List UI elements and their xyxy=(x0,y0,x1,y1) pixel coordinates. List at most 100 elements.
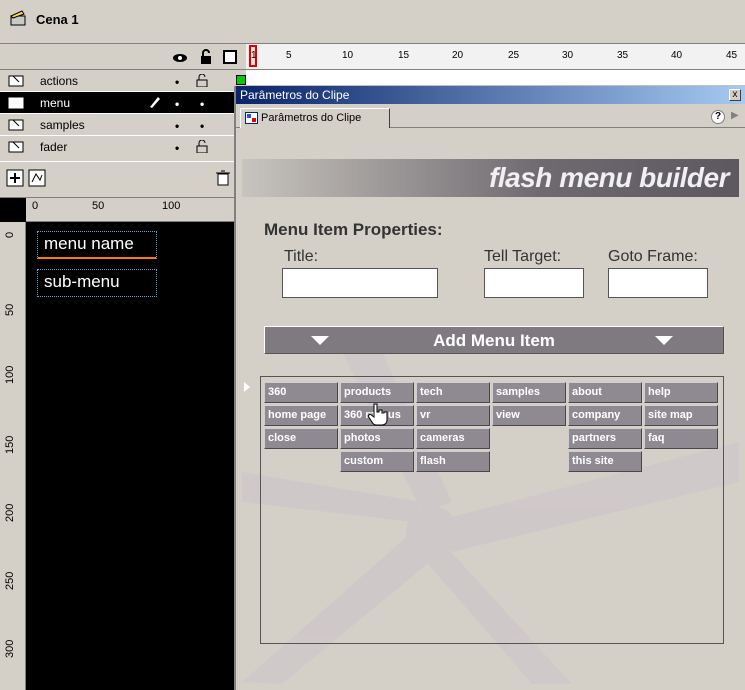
menu-cell[interactable]: samples xyxy=(492,382,566,403)
menu-cell[interactable]: vr xyxy=(416,405,490,426)
layer-row-fader[interactable]: fader • xyxy=(0,136,246,162)
ruler-label: 50 xyxy=(4,303,16,316)
brand-logo-text: flash menu builder xyxy=(489,162,729,193)
menu-cell[interactable]: view xyxy=(492,405,566,426)
ruler-left: 0 50 100 150 200 250 300 xyxy=(0,222,26,690)
panel-content: flash menu builder Menu Item Properties:… xyxy=(242,132,739,684)
ruler-label: 100 xyxy=(162,200,181,212)
frame-number: 10 xyxy=(342,50,354,61)
menu-cell[interactable]: close xyxy=(264,428,338,449)
brand-banner: flash menu builder xyxy=(242,159,739,197)
menu-cell[interactable]: help xyxy=(644,382,718,403)
properties-heading: Menu Item Properties: xyxy=(264,220,443,239)
layer-toolbar xyxy=(0,162,246,198)
frames-strip[interactable] xyxy=(246,70,745,86)
layer-icon xyxy=(8,97,24,109)
title-label: Title: xyxy=(284,248,319,265)
clip-parameters-panel: Parâmetros do Clipe x Parâmetros do Clip… xyxy=(234,86,745,690)
frame-number: 45 xyxy=(726,50,738,61)
menu-cell[interactable]: site map xyxy=(644,405,718,426)
menu-cell[interactable]: faq xyxy=(644,428,718,449)
outline-icon[interactable] xyxy=(222,49,238,65)
trash-icon[interactable] xyxy=(214,169,232,187)
frame-number: 25 xyxy=(508,50,520,61)
scene-bar: Cena 1 xyxy=(0,0,745,44)
panel-titlebar[interactable]: Parâmetros do Clipe x xyxy=(236,86,745,104)
stage-item-menu-name[interactable]: menu name xyxy=(37,231,157,259)
layer-name: actions xyxy=(40,74,79,88)
eye-icon[interactable] xyxy=(172,49,188,65)
menu-cell[interactable]: home page xyxy=(264,405,338,426)
frame-number: 35 xyxy=(617,50,629,61)
goto-frame-label: Goto Frame: xyxy=(608,248,698,265)
tell-target-input[interactable] xyxy=(484,268,584,298)
scene-clapper-icon[interactable] xyxy=(10,10,26,26)
menu-cell[interactable]: photos xyxy=(340,428,414,449)
clip-parameters-icon xyxy=(245,112,258,124)
stage-canvas[interactable]: menu name sub-menu xyxy=(27,223,234,690)
visibility-dot[interactable]: • xyxy=(175,141,179,155)
layer-icon xyxy=(8,119,24,131)
tab-label: Parâmetros do Clipe xyxy=(261,112,362,124)
frame-number: 5 xyxy=(286,50,292,61)
menu-cell[interactable]: partners xyxy=(568,428,642,449)
add-layer-icon[interactable] xyxy=(6,169,24,187)
add-menu-item-button[interactable]: Add Menu Item xyxy=(264,326,724,354)
menu-cell[interactable]: this site xyxy=(568,451,642,472)
ruler-label: 200 xyxy=(4,503,16,522)
frame-number: 20 xyxy=(452,50,464,61)
layer-name: samples xyxy=(40,118,85,132)
goto-frame-input[interactable] xyxy=(608,268,708,298)
visibility-dot[interactable]: • xyxy=(175,97,179,111)
help-icon[interactable]: ? xyxy=(711,110,725,124)
panel-title: Parâmetros do Clipe xyxy=(240,88,350,102)
ruler-label: 50 xyxy=(92,200,105,212)
menu-cell[interactable]: tech xyxy=(416,382,490,403)
ruler-label: 0 xyxy=(4,231,16,238)
frame-number: 30 xyxy=(562,50,574,61)
tab-clip-parameters[interactable]: Parâmetros do Clipe xyxy=(240,108,390,128)
menu-cell[interactable]: products xyxy=(340,382,414,403)
chevron-down-icon xyxy=(655,336,673,345)
menu-cell[interactable]: cameras xyxy=(416,428,490,449)
layer-color-box[interactable] xyxy=(236,75,246,85)
ruler-top: 0 50 100 xyxy=(26,198,234,222)
frame-number: 15 xyxy=(398,50,410,61)
title-input[interactable] xyxy=(282,268,438,298)
tell-target-label: Tell Target: xyxy=(484,248,562,265)
frame-number: 40 xyxy=(671,50,683,61)
visibility-dot[interactable]: • xyxy=(175,119,179,133)
add-guide-layer-icon[interactable] xyxy=(28,169,46,187)
menu-cell[interactable]: about xyxy=(568,382,642,403)
layer-name: menu xyxy=(40,96,71,110)
lock-icon[interactable] xyxy=(196,74,208,87)
ruler-label: 250 xyxy=(4,571,16,590)
layer-row-actions[interactable]: actions • xyxy=(0,70,246,92)
layer-name: fader xyxy=(40,140,68,154)
menu-cell[interactable]: flash xyxy=(416,451,490,472)
lock-dot[interactable]: • xyxy=(200,97,204,111)
close-icon[interactable]: x xyxy=(729,89,741,101)
ruler-label: 100 xyxy=(4,365,16,384)
menu-cell[interactable]: 360 xyxy=(264,382,338,403)
layer-row-menu[interactable]: menu • • xyxy=(0,92,246,114)
hand-cursor-icon xyxy=(367,403,388,426)
lock-icon[interactable] xyxy=(198,49,214,65)
menu-cell[interactable]: company xyxy=(568,405,642,426)
selection-marker-icon xyxy=(244,382,250,392)
ruler-label: 150 xyxy=(4,435,16,454)
lock-dot[interactable]: • xyxy=(200,119,204,133)
visibility-dot[interactable]: • xyxy=(175,75,179,89)
layer-icon xyxy=(8,75,24,87)
frame-ruler[interactable]: 1 5 10 15 20 25 30 35 40 45 xyxy=(246,44,745,70)
stage-item-sub-menu[interactable]: sub-menu xyxy=(37,269,157,297)
lock-icon[interactable] xyxy=(196,140,208,153)
ruler-label: 300 xyxy=(4,639,16,658)
pencil-icon xyxy=(150,97,160,108)
panel-tabbar: Parâmetros do Clipe ? ▶ xyxy=(236,106,745,128)
frame-number: 1 xyxy=(251,50,257,61)
panel-menu-arrow-icon[interactable]: ▶ xyxy=(731,110,741,124)
menu-cell[interactable]: custom xyxy=(340,451,414,472)
scene-title: Cena 1 xyxy=(36,12,79,27)
layer-row-samples[interactable]: samples • • xyxy=(0,114,246,136)
